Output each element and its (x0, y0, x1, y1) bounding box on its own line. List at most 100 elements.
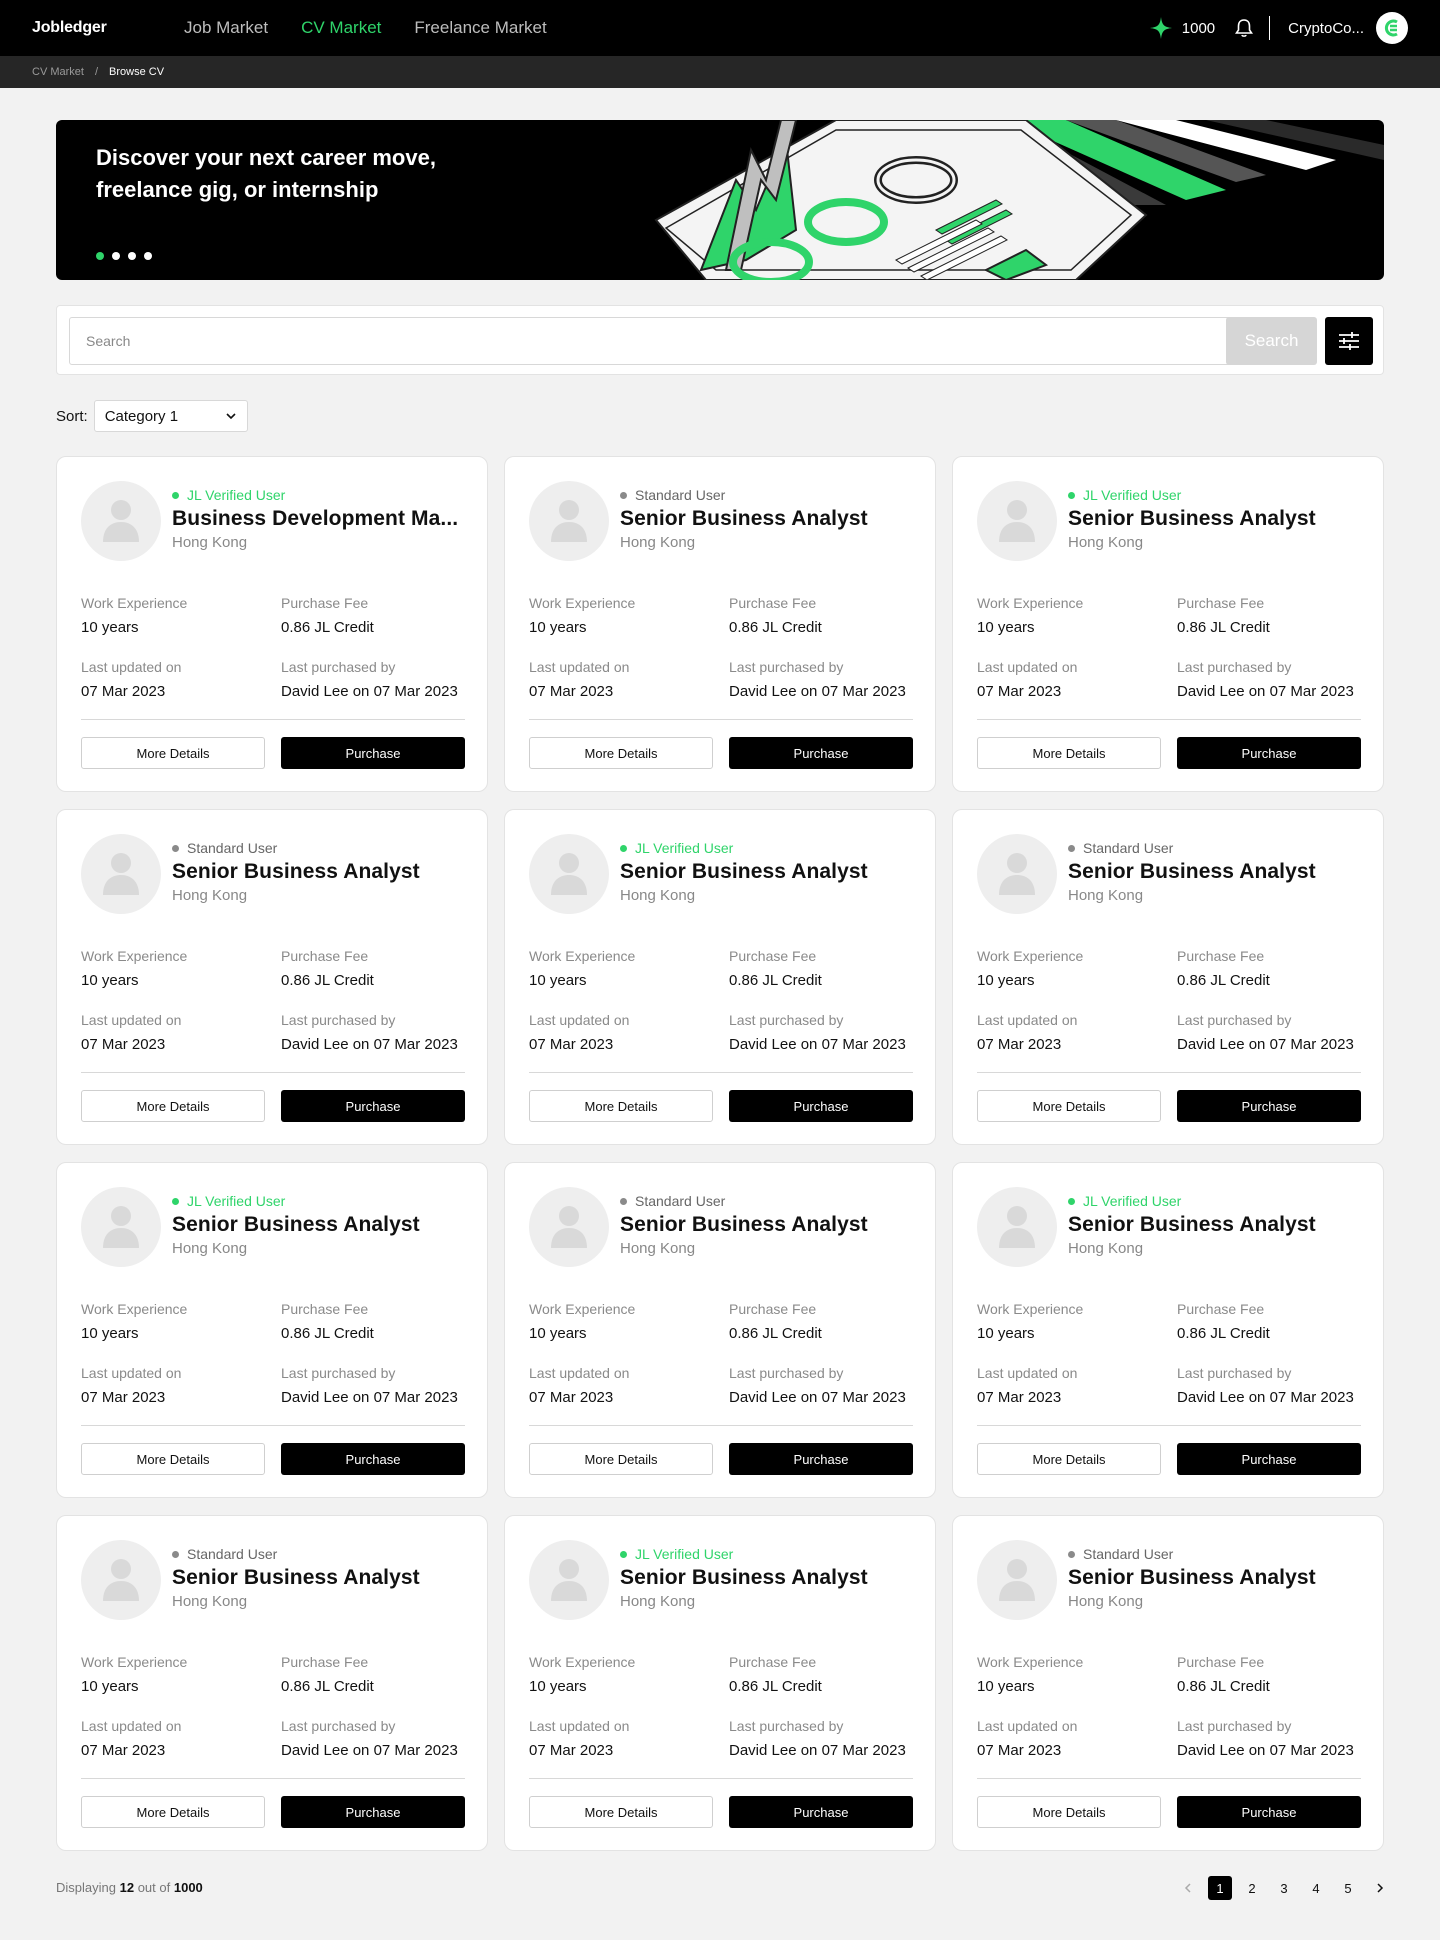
purchase-button[interactable]: Purchase (1177, 1796, 1361, 1828)
last-purchased-value: David Lee on 07 Mar 2023 (1177, 1389, 1354, 1406)
more-details-button[interactable]: More Details (81, 1796, 265, 1828)
status-dot (172, 1197, 179, 1205)
user-placeholder-icon (551, 1559, 587, 1601)
work-experience-value: 10 years (977, 619, 1035, 636)
more-details-button[interactable]: More Details (81, 1090, 265, 1122)
purchase-fee-value: 0.86 JL Credit (729, 972, 822, 989)
purchase-button[interactable]: Purchase (281, 1090, 465, 1122)
avatar (81, 834, 161, 914)
pagination: 1 2 3 4 5 (1168, 1876, 1392, 1900)
cv-job-title[interactable]: Senior Business Analyst (1068, 860, 1368, 884)
work-experience-label: Work Experience (81, 1654, 188, 1670)
pagination-page-5[interactable]: 5 (1336, 1876, 1360, 1900)
work-experience-label: Work Experience (529, 1654, 636, 1670)
carousel-dot-3[interactable] (128, 252, 136, 260)
purchase-fee-value: 0.86 JL Credit (729, 1325, 822, 1342)
pagination-prev[interactable] (1176, 1876, 1200, 1900)
carousel-dot-2[interactable] (112, 252, 120, 260)
purchase-button[interactable]: Purchase (1177, 1090, 1361, 1122)
last-updated-label: Last updated on (529, 659, 630, 675)
last-purchased-label: Last purchased by (1177, 1365, 1292, 1381)
last-purchased-label: Last purchased by (1177, 1012, 1292, 1028)
cv-job-title[interactable]: Business Development Ma... (172, 507, 472, 531)
avatar (529, 1187, 609, 1267)
more-details-button[interactable]: More Details (529, 737, 713, 769)
purchase-fee-label: Purchase Fee (1177, 595, 1265, 611)
purchase-button[interactable]: Purchase (729, 737, 913, 769)
status-dot (1068, 491, 1075, 499)
last-purchased-label: Last purchased by (1177, 659, 1292, 675)
nav-link-freelance-market[interactable]: Freelance Market (414, 18, 546, 38)
nav-link-cv-market[interactable]: CV Market (301, 18, 381, 38)
cv-card: Standard User Senior Business Analyst Ho… (56, 809, 488, 1145)
purchase-button[interactable]: Purchase (281, 1796, 465, 1828)
card-divider (81, 1425, 465, 1426)
cv-job-title[interactable]: Senior Business Analyst (1068, 1566, 1368, 1590)
work-experience-label: Work Experience (81, 948, 188, 964)
cv-job-title[interactable]: Senior Business Analyst (620, 860, 920, 884)
purchase-button[interactable]: Purchase (281, 1443, 465, 1475)
nav-link-job-market[interactable]: Job Market (184, 18, 268, 38)
avatar (81, 481, 161, 561)
pagination-next[interactable] (1368, 1876, 1392, 1900)
search-input[interactable] (69, 317, 1274, 365)
pagination-page-1[interactable]: 1 (1208, 1876, 1232, 1900)
status-text: Standard User (187, 1546, 278, 1562)
credit-balance[interactable]: 1000 (1149, 17, 1215, 39)
purchase-button[interactable]: Purchase (1177, 1443, 1361, 1475)
last-updated-value: 07 Mar 2023 (977, 1036, 1062, 1053)
cv-job-title[interactable]: Senior Business Analyst (620, 507, 920, 531)
more-details-button[interactable]: More Details (977, 737, 1161, 769)
purchase-fee-label: Purchase Fee (729, 595, 817, 611)
cv-job-title[interactable]: Senior Business Analyst (172, 1566, 472, 1590)
more-details-button[interactable]: More Details (977, 1796, 1161, 1828)
purchase-fee-value: 0.86 JL Credit (1177, 1678, 1270, 1695)
cv-job-title[interactable]: Senior Business Analyst (620, 1213, 920, 1237)
work-experience-label: Work Experience (81, 595, 188, 611)
promo-banner[interactable]: Discover your next career move, freelanc… (56, 120, 1384, 280)
purchase-button[interactable]: Purchase (1177, 737, 1361, 769)
purchase-fee-value: 0.86 JL Credit (729, 619, 822, 636)
purchase-button[interactable]: Purchase (281, 737, 465, 769)
pagination-page-2[interactable]: 2 (1240, 1876, 1264, 1900)
work-experience-value: 10 years (529, 1678, 587, 1695)
more-details-button[interactable]: More Details (529, 1796, 713, 1828)
cv-job-title[interactable]: Senior Business Analyst (1068, 507, 1368, 531)
search-button[interactable]: Search (1226, 317, 1317, 365)
user-placeholder-icon (551, 1206, 587, 1248)
notification-button[interactable] (1235, 18, 1254, 38)
carousel-dot-1[interactable] (96, 252, 104, 260)
sort-dropdown[interactable]: Category 1 (93, 400, 248, 432)
more-details-button[interactable]: More Details (81, 737, 265, 769)
purchase-fee-label: Purchase Fee (1177, 1301, 1265, 1317)
purchase-button[interactable]: Purchase (729, 1796, 913, 1828)
pagination-page-3[interactable]: 3 (1272, 1876, 1296, 1900)
pagination-page-4[interactable]: 4 (1304, 1876, 1328, 1900)
carousel-dot-4[interactable] (144, 252, 152, 260)
breadcrumb-cv-market[interactable]: CV Market (32, 66, 84, 78)
breadcrumb-browse-cv: Browse CV (109, 66, 165, 78)
more-details-button[interactable]: More Details (977, 1443, 1161, 1475)
user-placeholder-icon (999, 1559, 1035, 1601)
more-details-button[interactable]: More Details (529, 1443, 713, 1475)
filter-button[interactable] (1325, 317, 1373, 365)
more-details-button[interactable]: More Details (977, 1090, 1161, 1122)
cv-job-title[interactable]: Senior Business Analyst (172, 860, 472, 884)
jobledger-logo[interactable]: Jobledger (32, 19, 152, 37)
cv-card: JL Verified User Senior Business Analyst… (56, 1162, 488, 1498)
user-avatar[interactable] (1376, 12, 1408, 44)
more-details-button[interactable]: More Details (529, 1090, 713, 1122)
work-experience-value: 10 years (81, 1325, 139, 1342)
cv-job-title[interactable]: Senior Business Analyst (620, 1566, 920, 1590)
cv-job-title[interactable]: Senior Business Analyst (1068, 1213, 1368, 1237)
cv-job-title[interactable]: Senior Business Analyst (172, 1213, 472, 1237)
purchase-button[interactable]: Purchase (729, 1090, 913, 1122)
user-placeholder-icon (103, 1559, 139, 1601)
last-purchased-label: Last purchased by (281, 1012, 396, 1028)
more-details-button[interactable]: More Details (81, 1443, 265, 1475)
last-updated-value: 07 Mar 2023 (81, 1036, 166, 1053)
work-experience-value: 10 years (81, 619, 139, 636)
purchase-button[interactable]: Purchase (729, 1443, 913, 1475)
user-name[interactable]: CryptoCo... (1288, 20, 1364, 37)
work-experience-label: Work Experience (977, 948, 1084, 964)
